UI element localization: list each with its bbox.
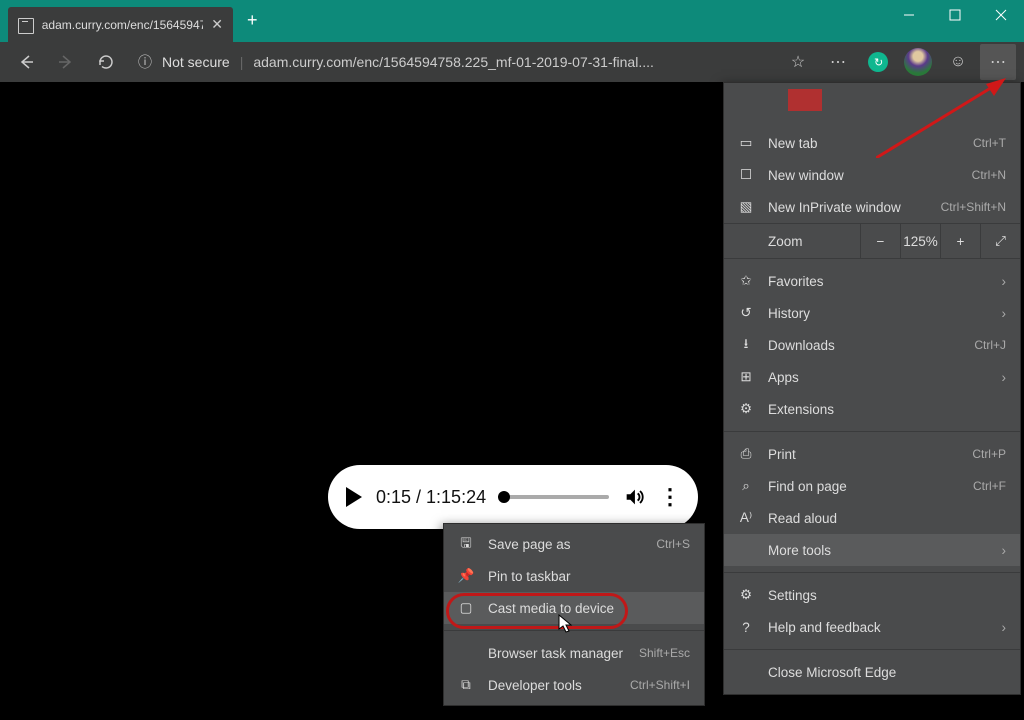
- print-icon: ⎙: [738, 446, 754, 462]
- menu-help[interactable]: ?Help and feedback›: [724, 611, 1020, 643]
- gear-icon: ⚙: [738, 587, 754, 603]
- profile-avatar[interactable]: [900, 44, 936, 80]
- address-bar[interactable]: ⓘ Not secure | adam.curry.com/enc/156459…: [128, 47, 776, 77]
- back-button[interactable]: [8, 44, 44, 80]
- media-time: 0:15 / 1:15:24: [376, 487, 486, 508]
- more-menu-button[interactable]: ⋯: [980, 44, 1016, 80]
- favorite-star-icon[interactable]: ☆: [780, 44, 816, 80]
- info-icon: ⓘ: [138, 52, 152, 72]
- menu-read-aloud[interactable]: A⁾Read aloud: [724, 502, 1020, 534]
- submenu-cast[interactable]: ▢Cast media to device: [444, 592, 704, 624]
- title-bar: adam.curry.com/enc/15645947 ✕ +: [0, 0, 1024, 42]
- pin-icon: 📌: [458, 568, 474, 584]
- menu-zoom: Zoom − 125% + ⤢: [724, 223, 1020, 259]
- menu-inprivate[interactable]: ▧New InPrivate windowCtrl+Shift+N: [724, 191, 1020, 223]
- fullscreen-button[interactable]: ⤢: [980, 224, 1020, 258]
- menu-decoration: [788, 89, 822, 111]
- extensions-icon: ⚙: [738, 401, 754, 417]
- menu-downloads[interactable]: ⭳DownloadsCtrl+J: [724, 329, 1020, 361]
- help-icon: ?: [738, 620, 754, 635]
- page-icon: [18, 18, 34, 34]
- menu-print[interactable]: ⎙PrintCtrl+P: [724, 438, 1020, 470]
- submenu-dev-tools[interactable]: ⧉Developer toolsCtrl+Shift+I: [444, 669, 704, 701]
- reading-list-icon[interactable]: ⋯: [820, 44, 856, 80]
- cast-icon: ▢: [458, 600, 474, 616]
- url-bar: ⓘ Not secure | adam.curry.com/enc/156459…: [0, 42, 1024, 82]
- not-secure-label: Not secure: [162, 54, 230, 70]
- browser-tab[interactable]: adam.curry.com/enc/15645947 ✕: [8, 7, 233, 42]
- media-more-icon[interactable]: ⋮: [659, 484, 680, 510]
- zoom-label: Zoom: [724, 234, 860, 249]
- menu-apps[interactable]: ⊞Apps›: [724, 361, 1020, 393]
- zoom-in-button[interactable]: +: [940, 224, 980, 258]
- read-aloud-icon: A⁾: [738, 510, 754, 526]
- menu-new-tab[interactable]: ▭New tabCtrl+T: [724, 127, 1020, 159]
- main-menu: ▭New tabCtrl+T ☐New windowCtrl+N ▧New In…: [723, 82, 1021, 695]
- new-tab-button[interactable]: +: [233, 0, 272, 41]
- volume-icon[interactable]: [623, 486, 645, 508]
- window-maximize-button[interactable]: [932, 0, 978, 30]
- zoom-out-button[interactable]: −: [860, 224, 900, 258]
- find-icon: ⌕: [738, 478, 754, 494]
- new-tab-icon: ▭: [738, 135, 754, 151]
- menu-find[interactable]: ⌕Find on pageCtrl+F: [724, 470, 1020, 502]
- forward-button[interactable]: [48, 44, 84, 80]
- more-tools-submenu: 🖫Save page asCtrl+S 📌Pin to taskbar ▢Cas…: [443, 523, 705, 706]
- menu-history[interactable]: ↺History›: [724, 297, 1020, 329]
- menu-favorites[interactable]: ✩Favorites›: [724, 265, 1020, 297]
- menu-settings[interactable]: ⚙Settings: [724, 579, 1020, 611]
- menu-close-edge[interactable]: Close Microsoft Edge: [724, 656, 1020, 688]
- extension-icon[interactable]: ↻: [860, 44, 896, 80]
- devtools-icon: ⧉: [458, 677, 474, 693]
- download-icon: ⭳: [738, 334, 754, 357]
- submenu-task-manager[interactable]: Browser task managerShift+Esc: [444, 637, 704, 669]
- star-icon: ✩: [738, 273, 754, 289]
- inprivate-icon: ▧: [738, 199, 754, 215]
- media-progress[interactable]: [500, 495, 609, 499]
- apps-icon: ⊞: [738, 369, 754, 385]
- window-minimize-button[interactable]: [886, 0, 932, 30]
- menu-extensions[interactable]: ⚙Extensions: [724, 393, 1020, 425]
- tab-title: adam.curry.com/enc/15645947: [42, 18, 204, 32]
- url-text: adam.curry.com/enc/1564594758.225_mf-01-…: [253, 54, 654, 70]
- window-icon: ☐: [738, 167, 754, 183]
- refresh-button[interactable]: [88, 44, 124, 80]
- close-tab-icon[interactable]: ✕: [211, 16, 223, 33]
- media-player: 0:15 / 1:15:24 ⋮: [328, 465, 698, 529]
- submenu-pin-taskbar[interactable]: 📌Pin to taskbar: [444, 560, 704, 592]
- window-close-button[interactable]: [978, 0, 1024, 30]
- menu-more-tools[interactable]: More tools›: [724, 534, 1020, 566]
- save-icon: 🖫: [458, 533, 474, 556]
- history-icon: ↺: [738, 305, 754, 321]
- play-button[interactable]: [346, 487, 362, 507]
- menu-new-window[interactable]: ☐New windowCtrl+N: [724, 159, 1020, 191]
- submenu-save-as[interactable]: 🖫Save page asCtrl+S: [444, 528, 704, 560]
- zoom-value: 125%: [900, 224, 940, 258]
- emoji-icon[interactable]: ☺: [940, 44, 976, 80]
